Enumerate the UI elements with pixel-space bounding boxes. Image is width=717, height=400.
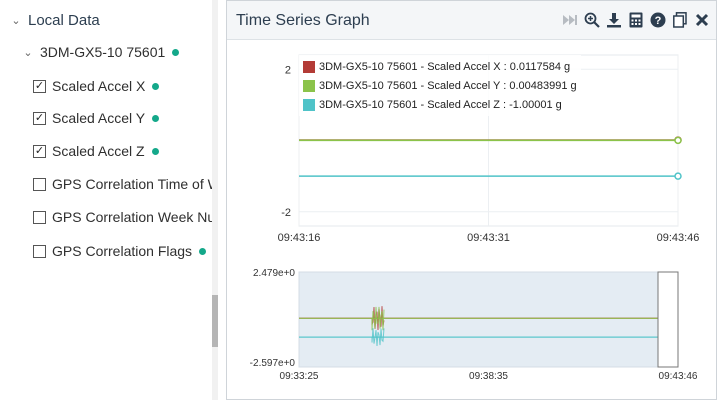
x-tick-label: 09:43:46	[657, 232, 700, 244]
tree-channel-label: Scaled Accel Y	[52, 110, 146, 126]
tree-device-node[interactable]: ⌄ 3DM-GX5-10 75601	[20, 41, 180, 63]
tree-channel-item[interactable]: GPS Correlation Week Number	[33, 206, 212, 228]
overview-y-tick-label: 2.479e+0	[253, 268, 295, 279]
tree-channel-item[interactable]: ✓ Scaled Accel Z	[33, 140, 159, 162]
series-endpoint	[674, 172, 682, 180]
time-series-graph-panel: Time Series Graph ? 09:43:16 09:43:31 09…	[226, 0, 717, 400]
tree-root-label: Local Data	[28, 11, 100, 29]
status-dot-icon	[172, 48, 180, 56]
tree-channel-label: GPS Correlation Time of Week	[52, 176, 212, 192]
tree-channel-label: Scaled Accel X	[52, 78, 146, 94]
status-dot-icon	[151, 147, 159, 155]
tree-channel-item[interactable]: GPS Correlation Time of Week	[33, 173, 212, 195]
legend-label: 3DM-GX5-10 75601 - Scaled Accel Z : -1.0…	[319, 98, 562, 111]
overview-y-tick-label: -2.597e+0	[250, 358, 296, 369]
legend-entry[interactable]: 3DM-GX5-10 75601 - Scaled Accel Z : -1.0…	[303, 95, 577, 114]
chart-legend: 3DM-GX5-10 75601 - Scaled Accel X : 0.01…	[299, 55, 581, 116]
legend-swatch	[303, 60, 315, 73]
graph-toolbar: ?	[562, 11, 710, 29]
overview-x-tick-label: 09:43:46	[659, 371, 698, 382]
checkbox-unchecked[interactable]	[33, 244, 46, 258]
overview-x-tick-label: 09:38:35	[469, 371, 508, 382]
checkbox-unchecked[interactable]	[33, 210, 46, 224]
legend-label: 3DM-GX5-10 75601 - Scaled Accel Y : 0.00…	[319, 79, 577, 92]
tree-channel-item[interactable]: GPS Correlation Flags	[33, 240, 207, 262]
tree-channel-item[interactable]: ✓ Scaled Accel X	[33, 75, 160, 97]
legend-entry[interactable]: 3DM-GX5-10 75601 - Scaled Accel X : 0.01…	[303, 57, 577, 76]
x-tick-label: 09:43:16	[278, 232, 321, 244]
checkbox-checked[interactable]: ✓	[33, 79, 46, 93]
legend-label: 3DM-GX5-10 75601 - Scaled Accel X : 0.01…	[319, 60, 571, 73]
tree-channel-label: GPS Correlation Flags	[52, 243, 193, 259]
status-dot-icon	[199, 247, 207, 255]
y-tick-label: 2	[285, 64, 291, 76]
download-icon[interactable]	[606, 11, 622, 29]
checkbox-unchecked[interactable]	[33, 177, 46, 191]
chevron-down-icon[interactable]: ⌄	[20, 46, 36, 59]
tree-root-local-data[interactable]: ⌄ Local Data	[8, 9, 100, 31]
graph-header: Time Series Graph ?	[227, 0, 716, 40]
checkbox-checked[interactable]: ✓	[33, 144, 46, 158]
copy-icon[interactable]	[672, 11, 688, 29]
legend-swatch	[303, 79, 315, 92]
pause-skip-icon[interactable]	[562, 11, 578, 29]
data-tree-panel: ⌄ Local Data ⌄ 3DM-GX5-10 75601 ✓ Scaled …	[0, 0, 212, 400]
status-dot-icon	[152, 114, 160, 122]
zoom-in-icon[interactable]	[584, 11, 600, 29]
chevron-down-icon[interactable]: ⌄	[8, 14, 24, 27]
checkbox-checked[interactable]: ✓	[33, 111, 46, 125]
tree-channel-label: Scaled Accel Z	[52, 143, 145, 159]
legend-entry[interactable]: 3DM-GX5-10 75601 - Scaled Accel Y : 0.00…	[303, 76, 577, 95]
x-tick-label: 09:43:31	[467, 232, 510, 244]
calculator-icon[interactable]	[628, 11, 644, 29]
series-endpoint	[674, 136, 682, 145]
help-icon[interactable]: ?	[650, 11, 666, 29]
svg-text:?: ?	[655, 15, 662, 27]
tree-channel-label: GPS Correlation Week Number	[52, 209, 212, 225]
overview-x-tick-label: 09:33:25	[280, 371, 319, 382]
y-tick-label: -2	[281, 207, 291, 219]
overview-plot-area	[298, 271, 679, 368]
tree-channel-item[interactable]: ✓ Scaled Accel Y	[33, 107, 160, 129]
graph-title: Time Series Graph	[236, 12, 370, 29]
scrollbar-thumb[interactable]	[212, 295, 218, 347]
close-icon[interactable]	[694, 11, 710, 29]
legend-swatch	[303, 98, 315, 111]
tree-device-label: 3DM-GX5-10 75601	[40, 44, 166, 60]
overview-navigator-chart[interactable]: 2.479e+0 -2.597e+0 09:33:25 09:38:35 09:43:4…	[227, 262, 716, 400]
status-dot-icon	[152, 82, 160, 90]
range-selector-handle	[657, 271, 679, 368]
